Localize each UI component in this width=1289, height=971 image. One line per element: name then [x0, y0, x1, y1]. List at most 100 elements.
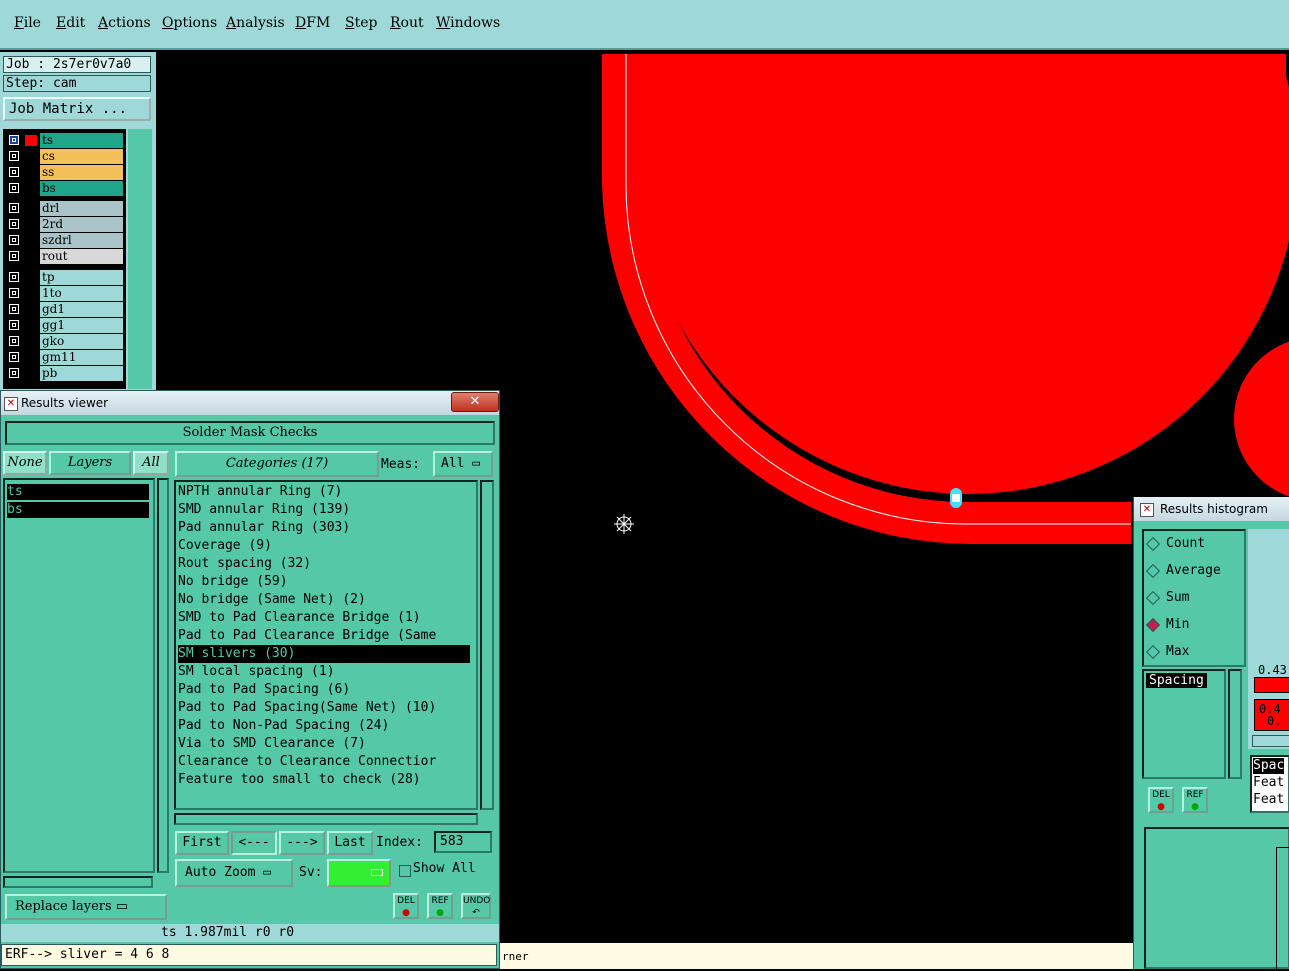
- radio-average[interactable]: Average: [1145, 563, 1221, 578]
- category-item[interactable]: Feature too small to check (28): [178, 771, 470, 789]
- layer-checkbox[interactable]: [9, 135, 19, 145]
- layer-checkbox[interactable]: [9, 352, 19, 362]
- sv-color-dropdown[interactable]: [327, 859, 391, 887]
- layer-row-szdrl[interactable]: szdrl: [3, 233, 126, 248]
- category-item[interactable]: Rout spacing (32): [178, 555, 470, 573]
- auto-zoom-dropdown[interactable]: Auto Zoom ▭: [175, 859, 293, 887]
- layer-row-ts[interactable]: ts: [3, 133, 126, 148]
- layer-checkbox[interactable]: [9, 304, 19, 314]
- histogram-bar[interactable]: 0.4 0.: [1254, 699, 1289, 731]
- menu-file[interactable]: File: [14, 15, 41, 31]
- layer-row-gm11[interactable]: gm11: [3, 350, 126, 365]
- category-item[interactable]: Via to SMD Clearance (7): [178, 735, 470, 753]
- category-item[interactable]: SM slivers (30): [178, 645, 470, 663]
- category-item[interactable]: NPTH annular Ring (7): [178, 483, 470, 501]
- layer-row-pb[interactable]: pb: [3, 366, 126, 381]
- category-item[interactable]: Pad annular Ring (303): [178, 519, 470, 537]
- layer-row-cs[interactable]: cs: [3, 149, 126, 164]
- category-item[interactable]: No bridge (Same Net) (2): [178, 591, 470, 609]
- layer-checkbox[interactable]: [9, 167, 19, 177]
- selected-layers-list[interactable]: ts bs: [3, 478, 155, 873]
- categories-button[interactable]: Categories (17): [175, 451, 379, 477]
- del-button[interactable]: DEL ●: [393, 893, 419, 919]
- layers-button[interactable]: Layers: [49, 451, 131, 475]
- undo-button[interactable]: UNDO ↶: [461, 893, 491, 919]
- category-item[interactable]: Clearance to Clearance Connectior: [178, 753, 470, 771]
- layer-row-ss[interactable]: ss: [3, 165, 126, 180]
- radio-sum[interactable]: Sum: [1145, 590, 1189, 605]
- layer-checkbox[interactable]: [9, 203, 19, 213]
- layer-list-scrollbar[interactable]: [128, 129, 152, 389]
- layer-checkbox[interactable]: [9, 368, 19, 378]
- layer-checkbox[interactable]: [9, 151, 19, 161]
- index-input[interactable]: 583: [434, 831, 492, 853]
- histogram-list[interactable]: Spacing: [1142, 669, 1226, 779]
- detail-row[interactable]: Spac: [1253, 758, 1285, 774]
- show-all-checkbox[interactable]: [399, 865, 411, 877]
- layer-checkbox[interactable]: [9, 336, 19, 346]
- menu-dfm[interactable]: DFM: [295, 15, 330, 31]
- categories-scrollbar[interactable]: [480, 480, 494, 810]
- histogram-del-button[interactable]: DEL ●: [1148, 787, 1174, 813]
- last-button[interactable]: Last: [327, 831, 373, 855]
- category-item[interactable]: Pad to Pad Spacing (6): [178, 681, 470, 699]
- category-item[interactable]: SMD annular Ring (139): [178, 501, 470, 519]
- menu-step[interactable]: Step: [345, 15, 377, 31]
- close-icon[interactable]: ✕: [451, 392, 499, 412]
- all-layers-button[interactable]: All: [133, 451, 169, 475]
- radio-max[interactable]: Max: [1145, 644, 1189, 659]
- menu-rout[interactable]: Rout: [390, 15, 424, 31]
- detail-row[interactable]: Feat: [1253, 792, 1284, 808]
- layer-checkbox[interactable]: [9, 219, 19, 229]
- categories-hscrollbar[interactable]: [174, 813, 478, 825]
- layer-row-gg1[interactable]: gg1: [3, 318, 126, 333]
- layer-list-item[interactable]: bs: [7, 502, 149, 518]
- histogram-bar[interactable]: [1254, 677, 1289, 693]
- radio-min[interactable]: Min: [1145, 617, 1189, 632]
- layer-row-1to[interactable]: 1to: [3, 286, 126, 301]
- none-button[interactable]: None: [3, 451, 47, 475]
- layers-scrollbar[interactable]: [157, 478, 169, 873]
- layer-checkbox[interactable]: [9, 235, 19, 245]
- layer-checkbox[interactable]: [9, 183, 19, 193]
- histogram-list-scrollbar[interactable]: [1228, 669, 1242, 779]
- layer-checkbox[interactable]: [9, 272, 19, 282]
- meas-dropdown[interactable]: All ▭: [433, 451, 493, 477]
- histogram-ref-button[interactable]: REF ●: [1182, 787, 1208, 813]
- category-item[interactable]: Pad to Non-Pad Spacing (24): [178, 717, 470, 735]
- first-button[interactable]: First: [175, 831, 229, 855]
- prev-button[interactable]: <---: [231, 831, 277, 855]
- menu-windows[interactable]: Windows: [436, 15, 500, 31]
- layer-row-gd1[interactable]: gd1: [3, 302, 126, 317]
- radio-count[interactable]: Count: [1145, 536, 1205, 551]
- histogram-titlebar[interactable]: ✕ Results histogram: [1134, 497, 1289, 521]
- results-viewer-titlebar[interactable]: ✕ Results viewer ✕: [1, 391, 499, 415]
- layer-color-swatch[interactable]: [25, 135, 37, 146]
- histogram-list-item[interactable]: Spacing: [1146, 673, 1207, 688]
- category-item[interactable]: SM local spacing (1): [178, 663, 470, 681]
- category-item[interactable]: No bridge (59): [178, 573, 470, 591]
- category-item[interactable]: Coverage (9): [178, 537, 470, 555]
- layer-row-bs[interactable]: bs: [3, 181, 126, 196]
- layer-checkbox[interactable]: [9, 251, 19, 261]
- layer-checkbox[interactable]: [9, 288, 19, 298]
- category-item[interactable]: Pad to Pad Spacing(Same Net) (10): [178, 699, 470, 717]
- histogram-hscrollbar[interactable]: [1252, 735, 1289, 747]
- menu-analysis[interactable]: Analysis: [226, 15, 285, 31]
- menu-options[interactable]: Options: [162, 15, 217, 31]
- category-item[interactable]: Pad to Pad Clearance Bridge (Same: [178, 627, 470, 645]
- layer-row-drl[interactable]: drl: [3, 201, 126, 216]
- replace-layers-dropdown[interactable]: Replace layers ▭: [5, 894, 167, 920]
- job-matrix-button[interactable]: Job Matrix ...: [3, 97, 151, 121]
- layer-row-2rd[interactable]: 2rd: [3, 217, 126, 232]
- layers-hscrollbar[interactable]: [3, 876, 153, 888]
- histogram-detail-list[interactable]: Spac Feat Feat: [1250, 755, 1289, 813]
- layer-list-item[interactable]: ts: [7, 484, 149, 500]
- layer-row-tp[interactable]: tp: [3, 270, 126, 285]
- detail-row[interactable]: Feat: [1253, 775, 1284, 791]
- menu-edit[interactable]: Edit: [56, 15, 85, 31]
- menu-actions[interactable]: Actions: [98, 15, 151, 31]
- ref-button[interactable]: REF ●: [427, 893, 453, 919]
- layer-checkbox[interactable]: [9, 320, 19, 330]
- layer-row-rout[interactable]: rout: [3, 249, 126, 264]
